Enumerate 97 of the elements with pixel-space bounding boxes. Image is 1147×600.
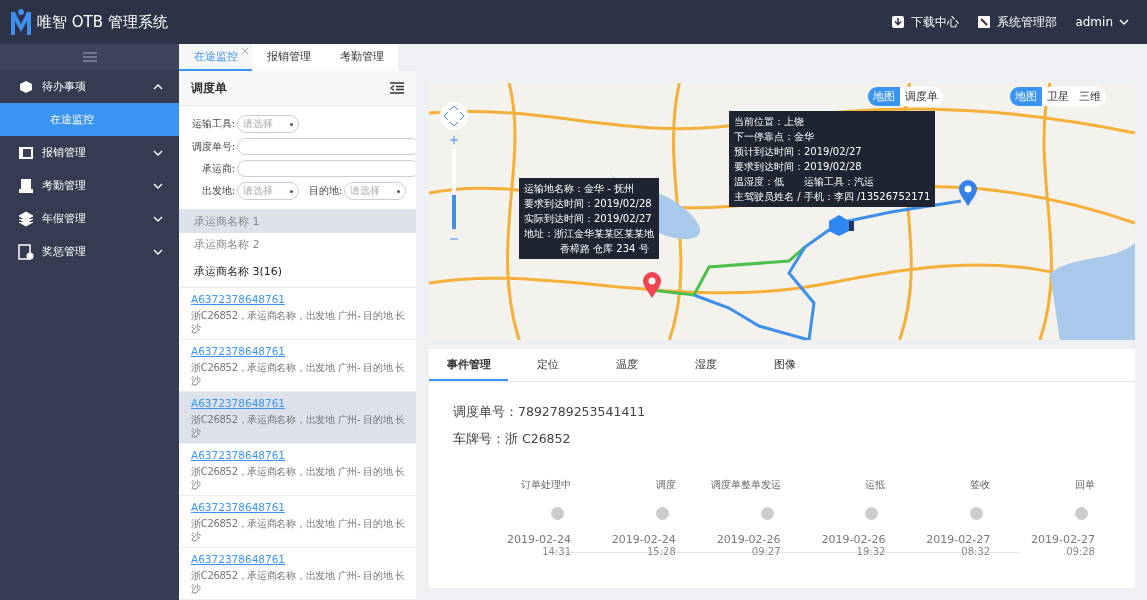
order-link[interactable]: A6372378648761 — [191, 293, 286, 305]
map-type-toggle[interactable]: 地图 — [1010, 87, 1042, 106]
filter-label: 运输工具: — [190, 117, 235, 131]
detail-tab[interactable]: 图像 — [745, 349, 824, 381]
caret-icon — [1119, 19, 1129, 25]
input-field[interactable] — [237, 138, 416, 155]
detail-tab[interactable]: 定位 — [508, 349, 587, 381]
input-field[interactable] — [237, 160, 416, 177]
sidebar-item[interactable]: 报销管理 — [0, 136, 179, 169]
logo-icon — [10, 8, 32, 36]
filter-label: 目的地: — [309, 184, 343, 198]
filter-label: 承运商: — [200, 161, 235, 176]
tooltip-line: 地址：浙江金华某某区某某地 — [524, 227, 654, 240]
step-label: 调度单整单发运 — [710, 478, 781, 492]
order-item[interactable]: A6372378648761 浙C26852，承运商名称，出发地 广州- 目的地 长沙 — [179, 548, 416, 600]
step-time: 15:28 — [646, 546, 676, 557]
order-link[interactable]: A6372378648761 — [191, 501, 286, 513]
order-item[interactable]: A6372378648761 浙C26852，承运商名称，出发地 广州- 目的地 长沙 — [179, 496, 416, 548]
pan-icon[interactable] — [439, 101, 469, 131]
step-label: 调度 — [655, 478, 676, 492]
filter-label: 调度单号: — [190, 139, 235, 154]
map-type-toggle[interactable]: 卫星 — [1042, 87, 1074, 106]
order-detail: 浙C26852，承运商名称，出发地 广州- 目的地 长沙 — [191, 361, 406, 387]
map-view-toggle[interactable]: 调度单 — [900, 87, 943, 106]
app-title: 唯智 OTB 管理系统 — [37, 12, 168, 32]
sidebar-item[interactable]: 年假管理 — [0, 202, 179, 235]
tooltip-line: 运输地名称：金华 - 抚州 — [524, 182, 635, 195]
step-label: 运抵 — [865, 478, 886, 492]
tooltip-line: 温湿度：低 运输工具：汽运 — [734, 175, 875, 188]
carrier-item[interactable]: 承运商名称 1 — [179, 210, 416, 233]
info-text: 调度单号：7892789253541411 — [453, 404, 647, 421]
order-link[interactable]: A6372378648761 — [191, 553, 286, 565]
step-label: 订单处理中 — [521, 478, 571, 492]
panel-title: 调度单 — [191, 79, 227, 97]
step-dot — [760, 507, 774, 520]
tooltip-line: 香樟路 仓库 234 号 — [559, 242, 650, 255]
sidebar-subitem[interactable]: 在途监控 — [0, 103, 179, 136]
filter-label: 出发地: — [200, 184, 235, 198]
order-detail: 浙C26852，承运商名称，出发地 广州- 目的地 长沙 — [191, 569, 406, 595]
step-dot — [970, 507, 984, 520]
tooltip-line: 预计到达时间：2019/02/27 — [734, 145, 863, 158]
step-dot — [1075, 507, 1088, 520]
page-tab[interactable]: 考勤管理 — [325, 44, 398, 71]
step-date: 2019-02-24 — [611, 533, 676, 546]
order-item[interactable]: A6372378648761 浙C26852，承运商名称，出发地 广州- 目的地 长沙 — [179, 288, 416, 340]
order-link[interactable]: A6372378648761 — [191, 345, 286, 357]
map-pin-icon — [958, 179, 978, 207]
map-type-toggle[interactable]: 三维 — [1074, 87, 1106, 106]
collapse-icon[interactable] — [390, 82, 404, 94]
sidebar-item[interactable]: 待办事项 — [0, 70, 179, 103]
page-tab[interactable]: 报销管理 — [252, 44, 325, 71]
tooltip-line: 要求到达时间：2019/02/28 — [734, 160, 863, 173]
step-time: 08:32 — [961, 546, 991, 557]
step-time: 14:31 — [542, 546, 571, 557]
download-icon — [891, 15, 906, 29]
tooltip-line: 当前位置：上饶 — [734, 115, 805, 128]
tooltip-line: 要求到达时间：2019/02/28 — [524, 197, 653, 210]
menu-icon[interactable] — [82, 52, 97, 62]
page-tab[interactable]: 在途监控 — [179, 44, 252, 71]
order-link[interactable]: A6372378648761 — [191, 449, 286, 461]
step-date: 2019-02-27 — [926, 533, 991, 546]
step-label: 签收 — [970, 478, 991, 492]
sidebar-item[interactable]: 考勤管理 — [0, 169, 179, 202]
step-time: 09:27 — [751, 546, 781, 557]
header-link[interactable]: 系统管理部 — [977, 13, 1058, 31]
tooltip-line: 主驾驶员姓名 / 手机：李四 /13526752171 — [734, 190, 931, 203]
step-dot — [551, 507, 564, 520]
tooltip-line: 实际到达时间：2019/02/27 — [524, 212, 653, 225]
carrier-item[interactable]: 承运商名称 3(16) — [179, 256, 416, 288]
header-link[interactable]: 下载中心 — [891, 13, 960, 31]
step-date: 2019-02-27 — [1031, 533, 1095, 546]
close-icon[interactable] — [241, 47, 249, 55]
user-menu[interactable]: admin — [1075, 15, 1129, 29]
sidebar-item[interactable]: 奖惩管理 — [0, 235, 179, 268]
detail-tab[interactable]: 温度 — [587, 349, 666, 381]
carrier-item[interactable]: 承运商名称 2 — [179, 233, 416, 256]
map-view-toggle[interactable]: 地图 — [868, 87, 900, 106]
order-detail: 浙C26852，承运商名称，出发地 广州- 目的地 长沙 — [191, 517, 406, 543]
truck-icon — [827, 213, 855, 237]
map-pin-icon — [642, 271, 662, 299]
step-date: 2019-02-26 — [821, 533, 886, 546]
step-time: 19:32 — [856, 546, 886, 557]
detail-tab[interactable]: 湿度 — [666, 349, 745, 381]
step-time: 09:28 — [1066, 546, 1095, 557]
order-detail: 浙C26852，承运商名称，出发地 广州- 目的地 长沙 — [191, 413, 406, 439]
order-detail: 浙C26852，承运商名称，出发地 广州- 目的地 长沙 — [191, 465, 406, 491]
order-item[interactable]: A6372378648761 浙C26852，承运商名称，出发地 广州- 目的地 长沙 — [179, 392, 416, 444]
order-item[interactable]: A6372378648761 浙C26852，承运商名称，出发地 广州- 目的地 长沙 — [179, 444, 416, 496]
order-detail: 浙C26852，承运商名称，出发地 广州- 目的地 长沙 — [191, 309, 406, 335]
step-dot — [865, 507, 879, 520]
step-date: 2019-02-26 — [716, 533, 781, 546]
info-text: 车牌号：浙 C26852 — [453, 431, 572, 448]
detail-tab[interactable]: 事件管理 — [429, 349, 508, 381]
step-dot — [655, 507, 669, 520]
step-label: 回单 — [1075, 478, 1095, 492]
tooltip-line: 下一停靠点：金华 — [734, 130, 815, 143]
step-date: 2019-02-24 — [507, 533, 571, 546]
